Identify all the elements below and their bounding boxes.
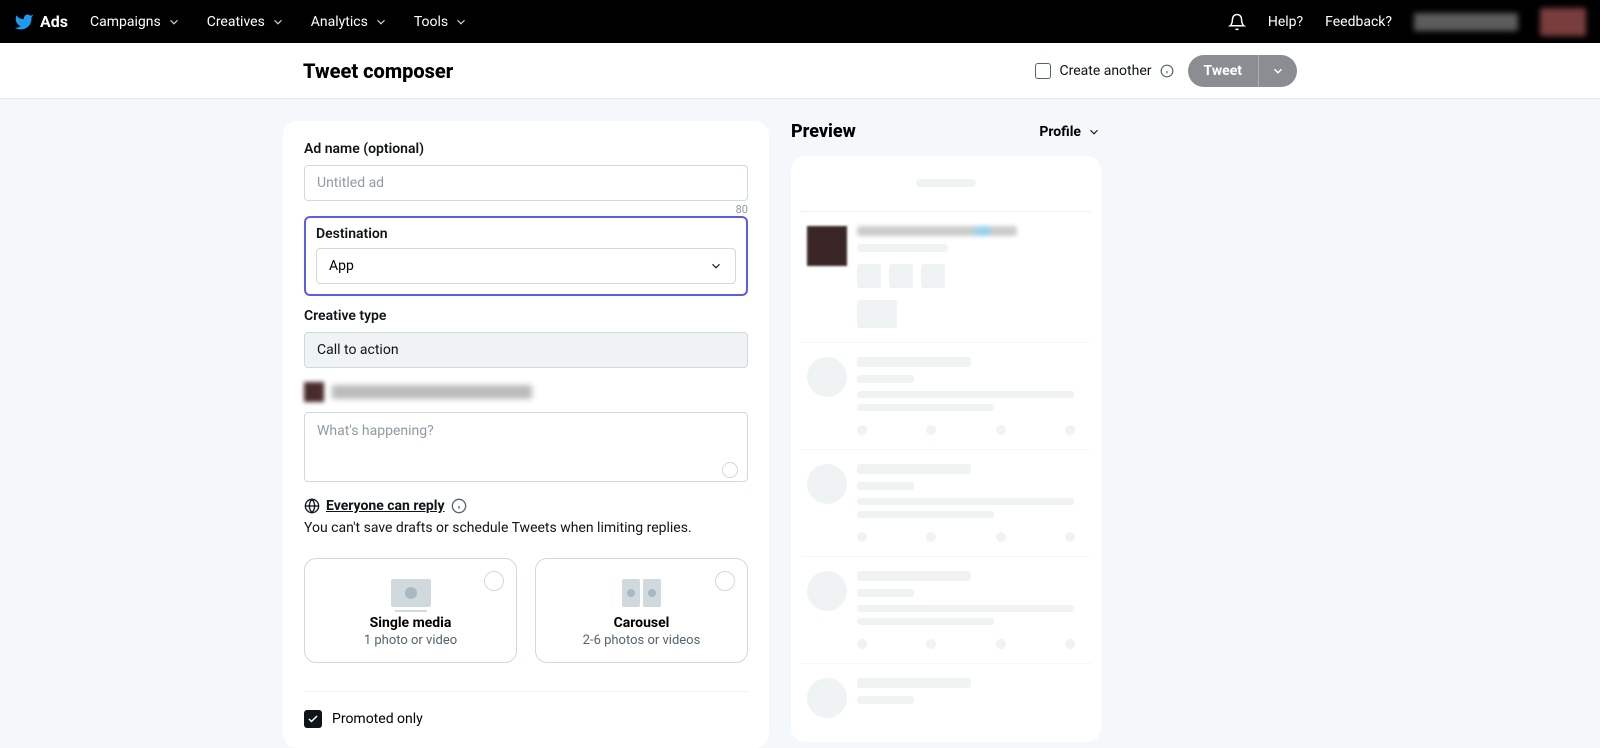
chevron-down-icon (1271, 64, 1285, 78)
divider (304, 691, 748, 692)
brand-label: Ads (40, 12, 68, 31)
preview-column: Preview Profile (791, 121, 1101, 748)
single-media-icon (391, 579, 431, 607)
radio-unchecked[interactable] (484, 571, 504, 591)
carousel-icon (622, 579, 662, 607)
notifications-icon[interactable] (1228, 13, 1246, 31)
radio-unchecked[interactable] (715, 571, 735, 591)
twitter-bird-icon (14, 12, 34, 32)
top-nav: Ads Campaigns Creatives Analytics Tools … (0, 0, 1600, 43)
info-icon (451, 498, 467, 514)
nav-analytics[interactable]: Analytics (307, 8, 392, 36)
destination-section-highlight: Destination App (304, 216, 748, 296)
char-counter-circle (722, 462, 738, 478)
tweet-button-group: Tweet (1188, 55, 1297, 87)
preview-post-own (801, 212, 1091, 343)
nav-campaigns[interactable]: Campaigns (86, 8, 185, 36)
reply-note: You can't save drafts or schedule Tweets… (304, 520, 748, 536)
brand-logo[interactable]: Ads (14, 12, 68, 32)
chevron-down-icon (454, 15, 468, 29)
feedback-link[interactable]: Feedback? (1325, 14, 1392, 30)
chevron-down-icon (709, 259, 723, 273)
account-avatar-redacted (304, 382, 324, 402)
info-icon (1160, 64, 1174, 78)
chevron-down-icon (374, 15, 388, 29)
chevron-down-icon (1087, 125, 1101, 139)
preview-avatar (807, 226, 847, 266)
account-name-redacted (332, 385, 532, 399)
composer-panel: Ad name (optional) 80 Destination App Cr… (283, 121, 769, 748)
account-avatar-redacted[interactable] (1540, 8, 1586, 36)
nav-tools[interactable]: Tools (410, 8, 472, 36)
ad-name-input[interactable] (304, 165, 748, 201)
checkbox-unchecked[interactable] (1035, 63, 1051, 79)
ad-name-label: Ad name (optional) (304, 141, 748, 157)
promoted-only-row[interactable]: Promoted only (304, 710, 748, 728)
page-title: Tweet composer (303, 59, 453, 83)
creative-type-select[interactable]: Call to action (304, 332, 748, 368)
nav-creatives[interactable]: Creatives (203, 8, 289, 36)
preview-skeleton-header (801, 166, 1091, 212)
chevron-down-icon (271, 15, 285, 29)
check-icon (307, 713, 319, 725)
destination-select[interactable]: App (316, 248, 736, 284)
chevron-down-icon (167, 15, 181, 29)
tweet-options-dropdown[interactable] (1258, 55, 1297, 87)
creative-type-label: Creative type (304, 308, 748, 324)
preview-mode-dropdown[interactable]: Profile (1039, 124, 1101, 140)
media-option-single[interactable]: Single media 1 photo or video (304, 558, 517, 663)
media-option-carousel[interactable]: Carousel 2-6 photos or videos (535, 558, 748, 663)
preview-card (791, 156, 1101, 742)
page-header: Tweet composer Create another Tweet (0, 43, 1600, 99)
ad-name-char-count: 80 (304, 203, 748, 216)
preview-skeleton-post (801, 450, 1091, 557)
tweet-text-input[interactable] (304, 412, 748, 482)
tweet-button[interactable]: Tweet (1188, 55, 1258, 87)
posting-account-row[interactable] (304, 382, 748, 402)
destination-label: Destination (316, 226, 736, 242)
account-name-redacted (1414, 13, 1518, 31)
reply-settings-row[interactable]: Everyone can reply (304, 498, 748, 514)
checkbox-checked[interactable] (304, 710, 322, 728)
create-another-toggle[interactable]: Create another (1035, 63, 1173, 79)
help-link[interactable]: Help? (1268, 14, 1303, 30)
globe-icon (304, 498, 320, 514)
preview-title: Preview (791, 121, 856, 142)
reply-setting-link[interactable]: Everyone can reply (326, 498, 445, 514)
preview-skeleton-post (801, 557, 1091, 664)
preview-skeleton-post (801, 664, 1091, 732)
preview-skeleton-post (801, 343, 1091, 450)
